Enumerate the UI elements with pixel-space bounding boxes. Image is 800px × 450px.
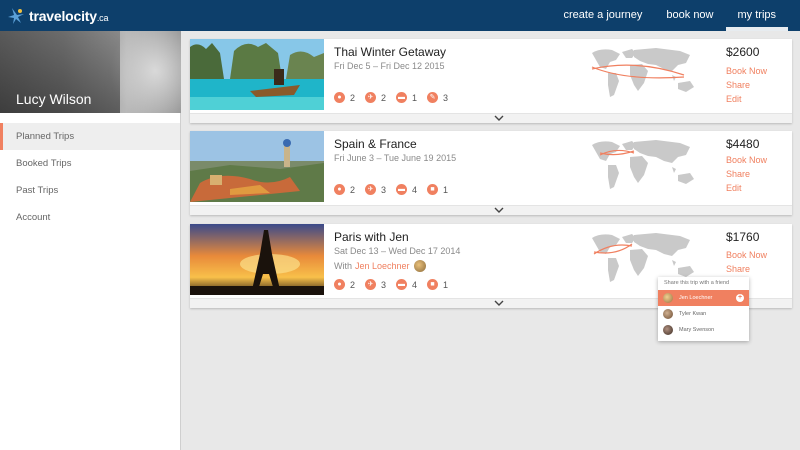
stat-cars: ■ 1: [427, 184, 448, 195]
thailand-beach-image: [190, 39, 324, 110]
route-map: [592, 140, 694, 189]
trip-price: $4480: [726, 137, 760, 151]
friend-avatar: [663, 293, 673, 303]
trip-card[interactable]: Spain & France Fri June 3 – Tue June 19 …: [190, 131, 792, 215]
share-popup-heading: Share this trip with a friend: [664, 280, 730, 286]
stat-hotels: ▬ 1: [396, 92, 418, 103]
route-map: [591, 48, 694, 97]
sidebar-item-planned-trips[interactable]: Planned Trips: [0, 123, 180, 150]
trip-stats: ● 2 ✈ 2 ▬ 1 ✎ 3: [334, 92, 458, 103]
stat-flights: ✈ 3: [365, 184, 386, 195]
share-link[interactable]: Share: [726, 264, 750, 274]
travelocity-star-icon: [8, 8, 24, 24]
bed-icon: ▬: [396, 184, 408, 195]
book-now-link[interactable]: Book Now: [726, 250, 767, 260]
share-link[interactable]: Share: [726, 169, 750, 179]
add-friend-icon[interactable]: +: [736, 294, 744, 302]
trip-companions: With Jen Loechner: [334, 260, 426, 272]
nav-my-trips[interactable]: my trips: [725, 0, 789, 31]
with-label: With: [334, 261, 352, 271]
main-nav: create a journey book now my trips: [552, 0, 788, 31]
profile-banner: Lucy Wilson: [0, 31, 181, 113]
expand-bar[interactable]: [190, 205, 792, 215]
friend-avatar: [663, 309, 673, 319]
trip-dates: Sat Dec 13 – Wed Dec 17 2014: [334, 246, 461, 256]
companion-avatar: [413, 260, 426, 272]
friend-avatar: [663, 325, 673, 335]
share-friend-row[interactable]: Tyler Kwan: [658, 306, 749, 322]
car-icon: ■: [427, 279, 439, 290]
profile-user-name: Lucy Wilson: [16, 91, 92, 107]
plane-icon: ✈: [365, 279, 377, 290]
trip-price: $2600: [726, 45, 760, 59]
bed-icon: ▬: [396, 92, 408, 103]
plane-icon: ✈: [365, 184, 377, 195]
sidebar-item-booked-trips[interactable]: Booked Trips: [0, 150, 180, 177]
stat-activities: ✎ 3: [427, 92, 448, 103]
chevron-down-icon[interactable]: [494, 114, 504, 123]
top-navigation-bar: travelocity.ca create a journey book now…: [0, 0, 800, 31]
stat-travelers: ● 2: [334, 279, 355, 290]
trip-photo-thailand: [190, 39, 324, 110]
friend-name: Jen Loechner: [679, 295, 713, 301]
book-now-link[interactable]: Book Now: [726, 155, 767, 165]
stat-travelers: ● 2: [334, 184, 355, 195]
trip-card[interactable]: Thai Winter Getaway Fri Dec 5 – Fri Dec …: [190, 39, 792, 123]
share-friend-row[interactable]: Mary Svenson: [658, 322, 749, 338]
brand-name: travelocity.ca: [29, 8, 109, 24]
share-link[interactable]: Share: [726, 80, 750, 90]
book-now-link[interactable]: Book Now: [726, 66, 767, 76]
edit-link[interactable]: Edit: [726, 94, 742, 104]
stat-travelers: ● 2: [334, 92, 355, 103]
trip-price: $1760: [726, 230, 760, 244]
friend-name: Mary Svenson: [679, 327, 715, 333]
stat-flights: ✈ 2: [365, 92, 386, 103]
stat-flights: ✈ 3: [365, 279, 386, 290]
trip-dates: Fri June 3 – Tue June 19 2015: [334, 153, 457, 163]
nav-book-now[interactable]: book now: [654, 0, 725, 31]
activity-icon: ✎: [427, 92, 439, 103]
friend-name: Tyler Kwan: [679, 311, 707, 317]
eiffel-tower-sunset-image: [190, 224, 324, 295]
trip-title[interactable]: Spain & France: [334, 137, 417, 151]
person-icon: ●: [334, 184, 345, 195]
sidebar-menu: Planned Trips Booked Trips Past Trips Ac…: [0, 123, 180, 231]
car-icon: ■: [427, 184, 439, 195]
barcelona-park-image: [190, 131, 324, 202]
companion-name-link[interactable]: Jen Loechner: [355, 261, 410, 271]
stat-cars: ■ 1: [427, 279, 448, 290]
bed-icon: ▬: [396, 279, 408, 290]
trip-title[interactable]: Paris with Jen: [334, 230, 409, 244]
profile-photo-highlight: [110, 31, 181, 113]
chevron-down-icon[interactable]: [494, 206, 504, 215]
sidebar: Lucy Wilson Planned Trips Booked Trips P…: [0, 31, 181, 450]
trip-photo-spain: [190, 131, 324, 202]
trip-photo-paris: [190, 224, 324, 295]
trip-dates: Fri Dec 5 – Fri Dec 12 2015: [334, 61, 445, 71]
plane-icon: ✈: [365, 92, 377, 103]
trip-stats: ● 2 ✈ 3 ▬ 4 ■ 1: [334, 279, 458, 290]
person-icon: ●: [334, 92, 345, 103]
expand-bar[interactable]: [190, 113, 792, 123]
share-friend-row[interactable]: Jen Loechner +: [658, 290, 749, 306]
sidebar-item-account[interactable]: Account: [0, 204, 180, 231]
travelocity-logo[interactable]: travelocity.ca: [6, 6, 108, 26]
stat-hotels: ▬ 4: [396, 279, 418, 290]
chevron-down-icon[interactable]: [494, 299, 504, 308]
nav-create-journey[interactable]: create a journey: [552, 0, 655, 31]
stat-hotels: ▬ 4: [396, 184, 418, 195]
trip-stats: ● 2 ✈ 3 ▬ 4 ■ 1: [334, 184, 458, 195]
trip-title[interactable]: Thai Winter Getaway: [334, 45, 446, 59]
person-icon: ●: [334, 279, 345, 290]
share-trip-popup: Share this trip with a friend Jen Loechn…: [658, 277, 749, 341]
sidebar-item-past-trips[interactable]: Past Trips: [0, 177, 180, 204]
edit-link[interactable]: Edit: [726, 183, 742, 193]
